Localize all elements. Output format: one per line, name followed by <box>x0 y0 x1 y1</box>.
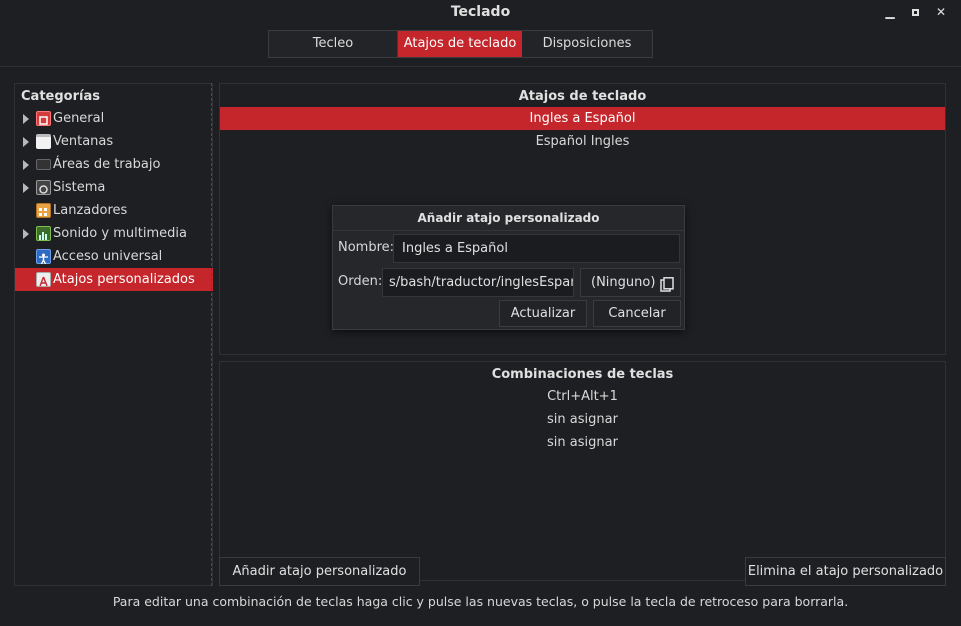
pane-splitter[interactable] <box>211 83 212 586</box>
command-label: Orden: <box>338 274 383 289</box>
add-custom-shortcut-button[interactable]: Añadir atajo personalizado <box>219 557 420 586</box>
sidebar-item-atajos-personalizados[interactable]: Atajos personalizados <box>15 268 213 291</box>
sidebar-item-label: Áreas de trabajo <box>53 157 161 172</box>
expander-arrow-icon[interactable] <box>23 137 29 147</box>
system-icon <box>36 180 51 195</box>
expander-arrow-icon[interactable] <box>23 183 29 193</box>
window-title: Teclado <box>450 4 511 20</box>
list-item[interactable]: Español Ingles <box>220 130 945 153</box>
keybindings-panel: Combinaciones de teclas Ctrl+Alt+1 sin a… <box>219 361 946 581</box>
keybindings-panel-title: Combinaciones de teclas <box>491 367 674 382</box>
command-field[interactable]: s/bash/traductor/inglesEspaniol <box>382 268 574 297</box>
file-chooser-label: (Ninguno) <box>591 275 656 290</box>
launcher-icon <box>36 203 51 218</box>
sidebar-item-label: Lanzadores <box>53 203 128 218</box>
sidebar-item-general[interactable]: General <box>15 107 213 130</box>
categories-header: Categorías <box>21 89 100 104</box>
sidebar-item-lanzadores[interactable]: Lanzadores <box>15 199 213 222</box>
expander-arrow-icon[interactable] <box>23 229 29 239</box>
multimedia-icon <box>36 226 51 241</box>
dialog-title: Añadir atajo personalizado <box>417 211 600 225</box>
window-icon <box>36 134 51 149</box>
sidebar-item-areas-de-trabajo[interactable]: Áreas de trabajo <box>15 153 213 176</box>
list-item[interactable]: sin asignar <box>220 408 945 431</box>
sidebar-item-ventanas[interactable]: Ventanas <box>15 130 213 153</box>
expander-arrow-icon[interactable] <box>23 160 29 170</box>
divider <box>333 230 684 231</box>
help-text: Para editar una combinación de teclas ha… <box>112 594 849 609</box>
sidebar-item-label: Ventanas <box>53 134 114 149</box>
list-item[interactable]: sin asignar <box>220 431 945 454</box>
sidebar-item-label: Atajos personalizados <box>53 272 195 287</box>
title-bar: Teclado ▁ ✕ <box>0 0 961 24</box>
tab-atajos-de-teclado[interactable]: Atajos de teclado <box>398 31 522 57</box>
sidebar-item-label: Acceso universal <box>53 249 163 264</box>
expander-arrow-icon[interactable] <box>23 114 29 124</box>
close-icon[interactable]: ✕ <box>932 3 950 21</box>
cancel-button[interactable]: Cancelar <box>593 300 681 327</box>
update-button[interactable]: Actualizar <box>499 300 587 327</box>
sidebar-item-label: Sonido y multimedia <box>53 226 187 241</box>
sidebar-item-sistema[interactable]: Sistema <box>15 176 213 199</box>
list-item[interactable]: Ctrl+Alt+1 <box>220 385 945 408</box>
sidebar-item-label: Sistema <box>53 180 106 195</box>
name-label: Nombre: <box>338 240 395 255</box>
categories-sidebar: Categorías General Ventanas Áreas de tra… <box>14 83 213 586</box>
list-item[interactable]: Ingles a Español <box>220 107 945 130</box>
workspace-icon <box>36 159 51 170</box>
general-icon <box>36 111 51 126</box>
sidebar-item-acceso-universal[interactable]: Acceso universal <box>15 245 213 268</box>
divider <box>0 66 961 67</box>
tab-disposiciones[interactable]: Disposiciones <box>522 31 652 57</box>
custom-shortcut-icon <box>36 272 51 287</box>
maximize-icon[interactable] <box>906 3 924 21</box>
file-copy-icon <box>660 275 674 292</box>
sidebar-item-sonido-y-multimedia[interactable]: Sonido y multimedia <box>15 222 213 245</box>
sidebar-item-label: General <box>53 111 105 126</box>
add-custom-shortcut-dialog: Añadir atajo personalizado Nombre: Ingle… <box>332 205 685 330</box>
tab-tecleo[interactable]: Tecleo <box>269 31 398 57</box>
minimize-icon[interactable]: ▁ <box>881 3 899 21</box>
name-field[interactable]: Ingles a Español <box>393 234 680 263</box>
shortcuts-panel-title: Atajos de teclado <box>518 89 647 104</box>
remove-custom-shortcut-button[interactable]: Elimina el atajo personalizado <box>745 557 946 586</box>
tab-bar: Tecleo Atajos de teclado Disposiciones <box>268 30 653 58</box>
file-chooser-button[interactable]: (Ninguno) <box>580 268 681 297</box>
accessibility-icon <box>36 249 51 265</box>
